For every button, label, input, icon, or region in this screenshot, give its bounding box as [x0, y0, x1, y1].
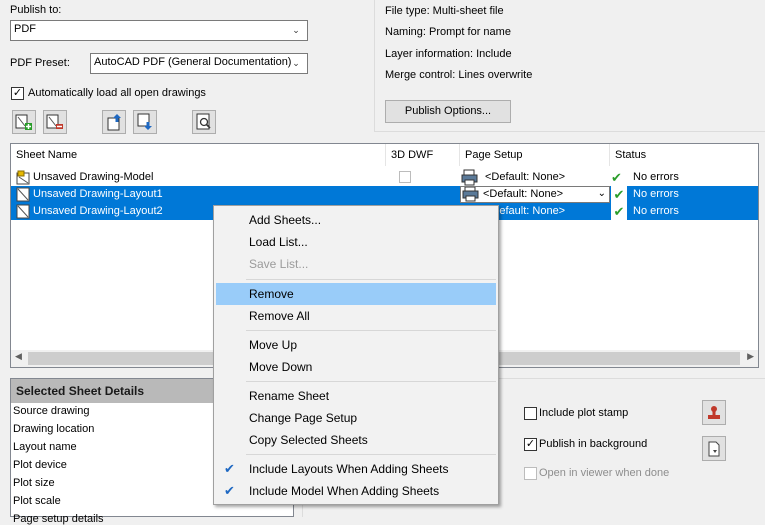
status-text: No errors	[633, 205, 679, 217]
open-viewer-label: Open in viewer when done	[539, 467, 670, 479]
add-sheets-button[interactable]	[12, 110, 36, 134]
move-up-button[interactable]	[102, 110, 126, 134]
pdf-preset-select[interactable]: AutoCAD PDF (General Documentation) ⌄	[90, 53, 308, 74]
menu-item-move-up[interactable]: Move Up	[216, 334, 496, 356]
check-icon: ✔	[224, 461, 235, 476]
menu-separator	[246, 381, 496, 382]
remove-sheets-button[interactable]	[43, 110, 67, 134]
sheet-name: Unsaved Drawing-Model	[33, 171, 154, 183]
menu-item-load-list[interactable]: Load List...	[216, 231, 496, 253]
chevron-down-icon: ⌄	[292, 25, 300, 35]
detail-label: Plot device	[13, 459, 67, 471]
layer-info-text: Layer information: Include	[385, 48, 512, 60]
page-setup-dropdown[interactable]: <Default: None> ⌄	[460, 186, 610, 203]
scroll-left-icon[interactable]: ◀	[15, 351, 22, 362]
page-setup-icon	[462, 187, 479, 202]
publish-info-panel: File type: Multi-sheet file Naming: Prom…	[374, 0, 765, 132]
detail-label: Plot size	[13, 477, 55, 489]
merge-control-text: Merge control: Lines overwrite	[385, 69, 533, 81]
detail-label: Plot scale	[13, 495, 61, 507]
chevron-down-icon: ⌄	[597, 188, 606, 199]
menu-item-move-down[interactable]: Move Down	[216, 356, 496, 378]
sheet-name: Unsaved Drawing-Layout1	[33, 188, 163, 200]
check-icon: ✔	[611, 203, 627, 220]
pdf-preset-value: AutoCAD PDF (General Documentation)	[94, 56, 292, 68]
menu-item-include-layouts[interactable]: ✔ Include Layouts When Adding Sheets	[216, 458, 496, 480]
menu-item-remove[interactable]: Remove	[216, 283, 496, 305]
model-sheet-icon	[16, 170, 30, 185]
menu-item-label: Include Layouts When Adding Sheets	[249, 462, 449, 476]
status-text: No errors	[633, 171, 679, 183]
page-setup-icon	[461, 169, 478, 186]
chevron-down-icon: ⌄	[292, 58, 300, 68]
magnifier-icon	[196, 113, 211, 130]
table-row[interactable]: Unsaved Drawing-Model <Default: None> ✔ …	[11, 169, 758, 186]
auto-load-checkbox[interactable]: ✓	[11, 87, 24, 100]
layout-sheet-icon	[16, 204, 30, 219]
menu-separator	[246, 454, 496, 455]
table-row[interactable]: Unsaved Drawing-Layout1 <Default: None> …	[11, 186, 758, 203]
preview-button[interactable]	[192, 110, 216, 134]
plot-stamp-checkbox[interactable]	[524, 407, 537, 420]
page-setup-value: <Default: None>	[485, 171, 566, 183]
menu-item-include-model[interactable]: ✔ Include Model When Adding Sheets	[216, 480, 496, 502]
file-type-text: File type: Multi-sheet file	[385, 5, 504, 17]
sheet-name: Unsaved Drawing-Layout2	[33, 205, 163, 217]
publish-to-value: PDF	[14, 23, 36, 35]
stamp-icon	[708, 405, 720, 419]
pdf-preset-label: PDF Preset:	[10, 57, 70, 69]
layout-sheet-icon	[16, 187, 30, 202]
auto-load-label: Automatically load all open drawings	[28, 87, 206, 99]
publish-to-select[interactable]: PDF ⌄	[10, 20, 308, 41]
publish-background-label: Publish in background	[539, 438, 648, 450]
menu-item-label: Include Model When Adding Sheets	[249, 484, 440, 498]
menu-item-copy-selected-sheets[interactable]: Copy Selected Sheets	[216, 429, 496, 451]
menu-separator	[246, 330, 496, 331]
remove-sheets-icon	[46, 114, 63, 129]
publish-options-button[interactable]: Publish Options...	[385, 100, 511, 123]
check-icon: ✔	[611, 186, 627, 203]
menu-item-change-page-setup[interactable]: Change Page Setup	[216, 407, 496, 429]
menu-separator	[246, 279, 496, 280]
move-down-icon	[137, 113, 152, 130]
publish-to-label: Publish to:	[10, 4, 62, 16]
detail-label: Source drawing	[13, 405, 90, 417]
column-header-status[interactable]: Status	[610, 144, 758, 166]
3d-dwf-checkbox[interactable]	[399, 171, 411, 183]
scroll-right-icon[interactable]: ▶	[747, 351, 754, 362]
publish-background-checkbox[interactable]: ✓	[524, 438, 537, 451]
move-up-icon	[107, 114, 121, 131]
menu-item-add-sheets[interactable]: Add Sheets...	[216, 209, 496, 231]
detail-label: Page setup details	[13, 513, 104, 525]
check-icon: ✔	[611, 170, 622, 185]
column-header-sheet-name[interactable]: Sheet Name	[11, 144, 386, 166]
open-viewer-checkbox[interactable]	[524, 467, 537, 480]
detail-label: Drawing location	[13, 423, 95, 435]
context-menu: Add Sheets... Load List... Save List... …	[213, 205, 499, 505]
menu-item-rename-sheet[interactable]: Rename Sheet	[216, 385, 496, 407]
naming-text: Naming: Prompt for name	[385, 26, 511, 38]
move-down-button[interactable]	[133, 110, 157, 134]
add-sheets-icon	[15, 114, 32, 130]
detail-label: Layout name	[13, 441, 77, 453]
menu-item-save-list[interactable]: Save List...	[216, 253, 496, 275]
menu-item-remove-all[interactable]: Remove All	[216, 305, 496, 327]
column-header-3d-dwf[interactable]: 3D DWF	[386, 144, 460, 166]
check-icon: ✔	[224, 483, 235, 498]
status-text: No errors	[633, 188, 679, 200]
publish-background-settings-button[interactable]	[702, 436, 726, 461]
column-header-page-setup[interactable]: Page Setup	[460, 144, 610, 166]
page-setup-value: <Default: None>	[483, 188, 564, 200]
plot-stamp-label: Include plot stamp	[539, 407, 629, 419]
document-settings-icon	[708, 441, 720, 456]
plot-stamp-settings-button[interactable]	[702, 400, 726, 425]
